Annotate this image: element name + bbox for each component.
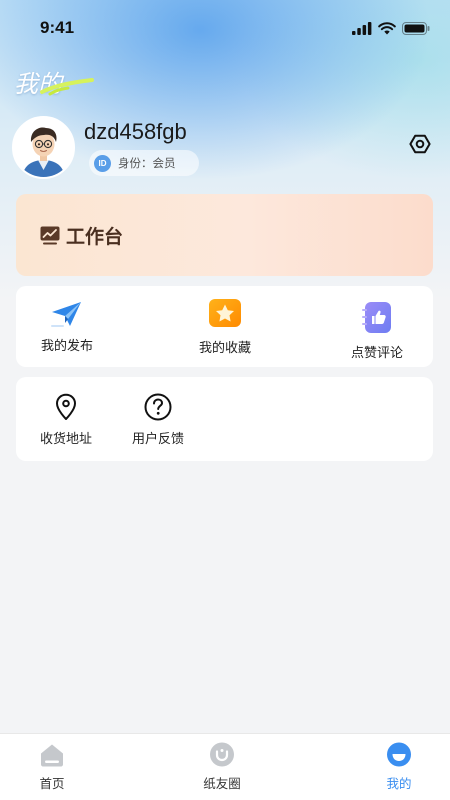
profile-icon (387, 742, 411, 767)
star-icon (209, 299, 241, 327)
my-posts-label: 我的发布 (40, 339, 93, 354)
circle-chat-icon (210, 742, 234, 767)
workbench-card[interactable]: 工作台 (16, 194, 433, 276)
avatar-illustration (14, 118, 73, 177)
location-pin-icon (56, 393, 76, 420)
membership-badge: ID 身份：会员 (89, 150, 199, 176)
status-bar: 9:41 (0, 0, 450, 56)
home-icon (41, 744, 63, 767)
likes-comments-item[interactable]: 点赞评论 (326, 301, 428, 361)
id-icon: ID (94, 154, 111, 172)
services-card: 收货地址 用户反馈 (16, 377, 433, 461)
signal-icon (352, 21, 372, 35)
tab-mine[interactable]: 我的 (349, 734, 449, 800)
tab-paper-circle[interactable]: 纸友圈 (172, 734, 272, 800)
tab-home[interactable]: 首页 (2, 734, 102, 800)
question-icon (144, 393, 172, 421)
shipping-address-item[interactable]: 收货地址 (16, 393, 116, 447)
avatar[interactable] (12, 116, 75, 179)
thumbs-up-icon (362, 302, 391, 333)
likes-comments-label: 点赞评论 (350, 346, 403, 361)
role-text: 身份：会员 (118, 156, 176, 170)
paper-plane-icon (51, 302, 81, 327)
shipping-address-label: 收货地址 (39, 432, 92, 447)
title-highlight-stroke (40, 78, 94, 96)
tab-bar: 首页 纸友圈 我的 (0, 733, 450, 800)
settings-button[interactable] (409, 133, 431, 155)
tab-paper-circle-label: 纸友圈 (203, 776, 241, 791)
battery-icon (402, 21, 430, 35)
chart-trend-icon (40, 226, 60, 244)
settings-icon (409, 134, 431, 154)
username: dzd458fgb (84, 119, 187, 144)
user-feedback-label: 用户反馈 (131, 432, 184, 447)
tab-mine-label: 我的 (386, 776, 412, 791)
my-posts-item[interactable]: 我的发布 (16, 299, 118, 354)
status-time: 9:41 (40, 18, 75, 37)
status-icons (352, 21, 430, 35)
tab-home-label: 首页 (39, 776, 65, 791)
my-favorites-label: 我的收藏 (198, 341, 251, 356)
quick-actions-card: 我的发布 我的收藏 点赞评论 (16, 286, 433, 367)
wifi-icon (378, 21, 396, 34)
my-favorites-item[interactable]: 我的收藏 (174, 299, 276, 356)
user-feedback-item[interactable]: 用户反馈 (108, 393, 208, 447)
workbench-label: 工作台 (66, 225, 124, 248)
